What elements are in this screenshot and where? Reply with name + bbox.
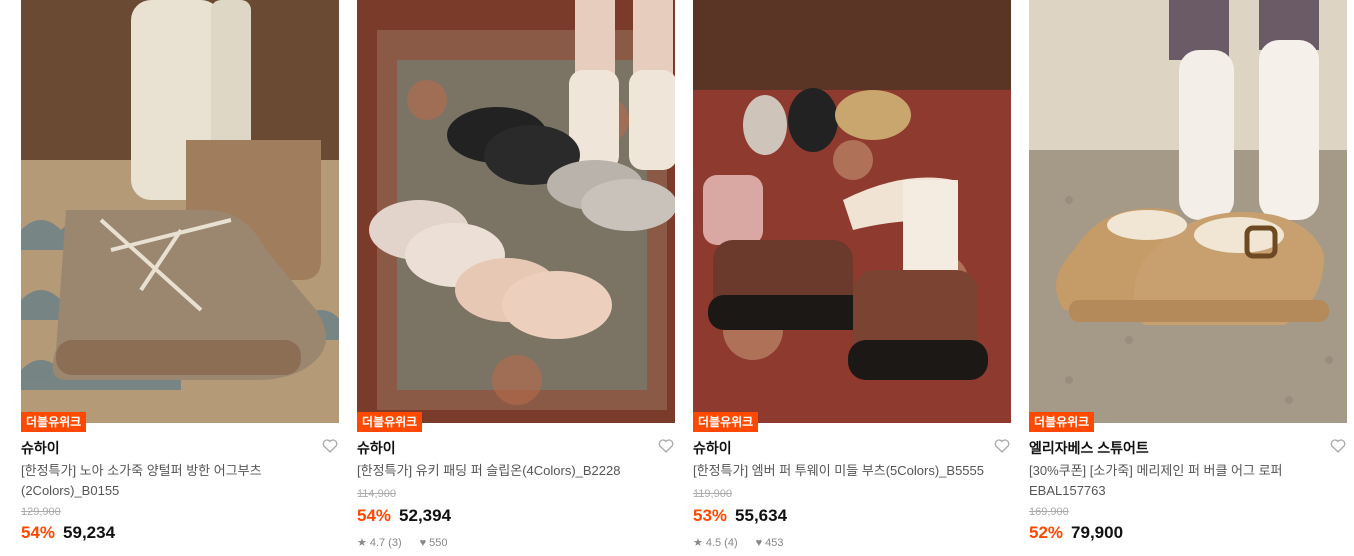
product-image[interactable] <box>357 0 675 423</box>
rating-value: 4.7 <box>369 536 386 549</box>
heart-outline-icon[interactable] <box>1329 437 1347 455</box>
promo-badge: 더블유위크 <box>693 412 759 432</box>
original-price: 114,900 <box>357 488 396 500</box>
discount-rate: 52% <box>1029 523 1064 542</box>
heart-outline-icon[interactable] <box>657 437 675 455</box>
sale-price: 52,394 <box>399 506 452 525</box>
sale-price: 59,234 <box>63 523 116 542</box>
product-image[interactable] <box>21 0 339 423</box>
product-name[interactable]: [30%쿠폰] [소가죽] 메리제인 퍼 버클 어그 로퍼 EBAL157763 <box>1029 461 1329 501</box>
product-stats: ★ 4.7 (3) ♥ 550 <box>357 536 448 550</box>
like-count: 453 <box>765 536 784 549</box>
promo-badge: 더블유위크 <box>357 412 423 432</box>
heart-filled-icon: ♥ <box>419 536 427 549</box>
product-photo <box>693 0 1011 423</box>
heart-outline-icon[interactable] <box>993 437 1011 455</box>
original-price: 129,900 <box>21 506 61 518</box>
product-card[interactable]: 더블유위크 슈하이 [한정특가] 유키 패딩 퍼 슬립온(4Colors)_B2… <box>357 0 675 556</box>
brand-name[interactable]: 슈하이 <box>21 438 60 458</box>
price-line: 53% 55,634 <box>693 506 787 526</box>
brand-name[interactable]: 엘리자베스 스튜어트 <box>1029 438 1149 458</box>
discount-rate: 53% <box>693 506 728 525</box>
price-line: 52% 79,900 <box>1029 523 1123 543</box>
product-photo <box>21 0 339 423</box>
sale-price: 79,900 <box>1071 523 1124 542</box>
product-name[interactable]: [한정특가] 유키 패딩 퍼 슬립온(4Colors)_B2228 <box>357 461 657 481</box>
product-image[interactable] <box>1029 0 1347 423</box>
product-card[interactable]: 더블유위크 엘리자베스 스튜어트 [30%쿠폰] [소가죽] 메리제인 퍼 버클… <box>1029 0 1347 556</box>
brand-name[interactable]: 슈하이 <box>693 438 732 458</box>
heart-outline-icon[interactable] <box>321 437 339 455</box>
promo-badge: 더블유위크 <box>21 412 87 432</box>
like-count: 550 <box>429 536 448 549</box>
price-line: 54% 52,394 <box>357 506 451 526</box>
brand-name[interactable]: 슈하이 <box>357 438 396 458</box>
product-name[interactable]: [한정특가] 노아 소가죽 양털퍼 방한 어그부츠(2Colors)_B0155 <box>21 461 321 501</box>
star-icon: ★ <box>693 537 703 549</box>
price-line: 54% 59,234 <box>21 523 115 543</box>
review-count: (4) <box>724 536 738 549</box>
promo-badge: 더블유위크 <box>1029 412 1095 432</box>
product-card[interactable]: 더블유위크 슈하이 [한정특가] 엠버 퍼 투웨이 미들 부츠(5Colors)… <box>693 0 1011 556</box>
heart-filled-icon: ♥ <box>755 536 763 549</box>
discount-rate: 54% <box>21 523 56 542</box>
rating-value: 4.5 <box>705 536 722 549</box>
product-photo <box>1029 0 1347 423</box>
original-price: 119,900 <box>693 488 732 500</box>
review-count: (3) <box>388 536 402 549</box>
product-name[interactable]: [한정특가] 엠버 퍼 투웨이 미들 부츠(5Colors)_B5555 <box>693 461 993 481</box>
discount-rate: 54% <box>357 506 392 525</box>
sale-price: 55,634 <box>735 506 788 525</box>
star-icon: ★ <box>357 537 367 549</box>
product-image[interactable] <box>693 0 1011 423</box>
product-card[interactable]: 더블유위크 슈하이 [한정특가] 노아 소가죽 양털퍼 방한 어그부츠(2Col… <box>21 0 339 556</box>
original-price: 169,900 <box>1029 506 1069 518</box>
product-stats: ★ 4.5 (4) ♥ 453 <box>693 536 784 550</box>
product-photo <box>357 0 675 423</box>
